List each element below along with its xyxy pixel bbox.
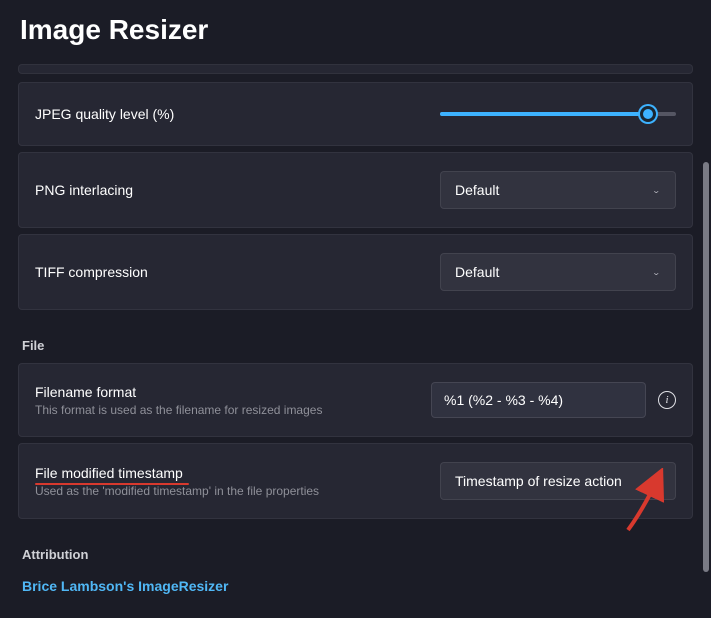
chevron-down-icon: ⌄ (652, 185, 661, 194)
modified-timestamp-helper: Used as the 'modified timestamp' in the … (35, 484, 319, 498)
scrollbar-thumb[interactable] (703, 162, 709, 572)
dropdown-value: Default (455, 182, 499, 198)
filename-format-helper: This format is used as the filename for … (35, 403, 322, 417)
filename-format-input[interactable] (431, 382, 646, 418)
chevron-down-icon: ⌄ (652, 267, 661, 276)
filename-format-row: Filename format This format is used as t… (18, 363, 693, 437)
page-title: Image Resizer (0, 0, 711, 64)
tiff-compression-label: TIFF compression (35, 264, 148, 280)
collapsed-card-placeholder (18, 64, 693, 74)
png-interlacing-dropdown[interactable]: Default ⌄ (440, 171, 676, 209)
modified-timestamp-dropdown[interactable]: Timestamp of resize action ⌄ (440, 462, 676, 500)
filename-format-label: Filename format (35, 384, 322, 400)
slider-fill (440, 112, 648, 116)
slider-thumb[interactable] (640, 106, 656, 122)
section-header-attribution: Attribution (22, 547, 689, 562)
modified-timestamp-row: File modified timestamp Used as the 'mod… (18, 443, 693, 519)
section-header-file: File (22, 338, 689, 353)
jpeg-quality-row: JPEG quality level (%) (18, 82, 693, 146)
jpeg-quality-label: JPEG quality level (%) (35, 106, 174, 122)
attribution-link[interactable]: Brice Lambson's ImageResizer (22, 578, 228, 594)
dropdown-value: Default (455, 264, 499, 280)
vertical-scrollbar[interactable] (703, 70, 709, 575)
png-interlacing-label: PNG interlacing (35, 182, 133, 198)
annotation-underline: File modified timestamp (35, 465, 183, 481)
dropdown-value: Timestamp of resize action (455, 473, 622, 489)
tiff-compression-dropdown[interactable]: Default ⌄ (440, 253, 676, 291)
jpeg-quality-slider[interactable] (440, 112, 676, 116)
chevron-down-icon: ⌄ (652, 476, 661, 485)
info-icon[interactable]: i (658, 391, 676, 409)
slider-track (440, 112, 676, 116)
settings-content: JPEG quality level (%) PNG interlacing D… (0, 64, 711, 618)
png-interlacing-row: PNG interlacing Default ⌄ (18, 152, 693, 228)
modified-timestamp-label: File modified timestamp (35, 465, 319, 481)
tiff-compression-row: TIFF compression Default ⌄ (18, 234, 693, 310)
